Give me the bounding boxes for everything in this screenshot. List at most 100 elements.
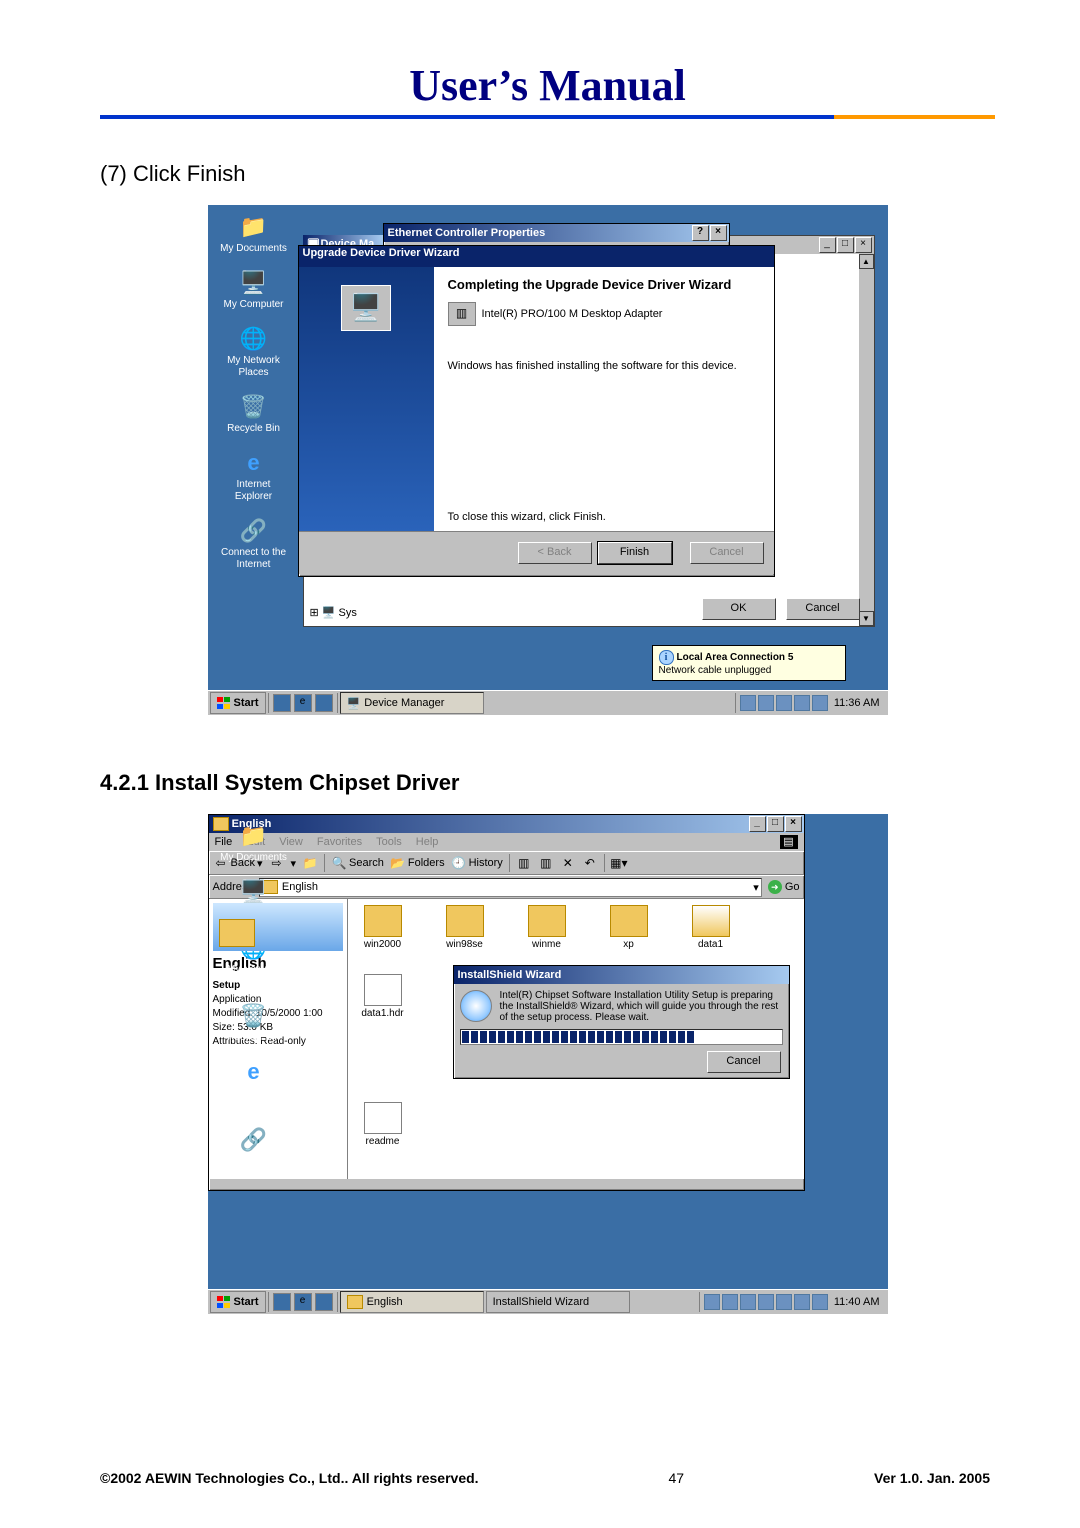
taskbar-task-english[interactable]: English [340, 1291, 484, 1313]
file-listing: win2000 win98se winme xp data1 data1.hdr… [348, 899, 804, 1179]
internet-explorer-icon[interactable]: eInternet Explorer [218, 449, 290, 503]
installshield-cancel-button[interactable]: Cancel [707, 1051, 781, 1073]
my-computer-icon[interactable]: 🖥️My Computer [223, 269, 283, 311]
outlook-quicklaunch-icon[interactable] [315, 1293, 333, 1311]
folder-icon [347, 1295, 363, 1309]
finish-button[interactable]: Finish [598, 542, 672, 564]
menu-tools[interactable]: Tools [376, 836, 402, 848]
network-balloon: iLocal Area Connection 5 Network cable u… [652, 645, 846, 681]
my-network-places-icon[interactable]: 🌐My Network Places [218, 325, 290, 379]
taskbar: Start e English InstallShield Wizard 11:… [208, 1289, 888, 1314]
explorer-toolbar: ⇦Back ▾ ⇨▾ 📁 🔍Search 📂Folders 🕘History ▥… [209, 851, 804, 875]
recycle-bin-icon[interactable]: 🗑️Recycle Bin [227, 393, 280, 435]
footer-copyright: ©2002 AEWIN Technologies Co., Ltd.. All … [100, 1470, 479, 1486]
explorer-menubar[interactable]: File Edit View Favorites Tools Help ▤ [209, 833, 804, 851]
header-rule [100, 115, 995, 119]
menu-help[interactable]: Help [416, 836, 439, 848]
scroll-down-button[interactable]: ▼ [859, 611, 874, 626]
internet-explorer-icon[interactable]: eInternet Explorer [218, 1058, 290, 1112]
menu-favorites[interactable]: Favorites [317, 836, 362, 848]
wizard-close-hint: To close this wizard, click Finish. [448, 511, 606, 523]
taskbar-task-installshield[interactable]: InstallShield Wizard [486, 1291, 630, 1313]
folder-xp[interactable]: xp [600, 905, 658, 950]
tray-network-icon-4[interactable] [794, 695, 810, 711]
back-button[interactable]: < Back [518, 542, 592, 564]
show-desktop-icon[interactable] [273, 694, 291, 712]
desktop-icons: 📁My Documents 🖥️My Computer 🌐My Network … [218, 213, 290, 571]
close-button[interactable]: × [785, 816, 802, 832]
system-tray: 11:40 AM [699, 1292, 888, 1312]
ethernet-properties-window: Ethernet Controller Properties ?× [383, 223, 730, 247]
installshield-titlebar[interactable]: InstallShield Wizard [454, 966, 789, 984]
tray-network-icon-3[interactable] [740, 1294, 756, 1310]
taskbar-task-device-manager[interactable]: 🖥️ Device Manager [340, 692, 484, 714]
tray-network-icon-2[interactable] [758, 695, 774, 711]
quick-launch: e [268, 693, 338, 713]
start-button[interactable]: Start [210, 1291, 266, 1313]
installshield-text: Intel(R) Chipset Software Installation U… [500, 990, 783, 1023]
outlook-quicklaunch-icon[interactable] [315, 694, 333, 712]
search-button[interactable]: 🔍Search [331, 855, 384, 871]
network-card-icon: ▥ [448, 302, 476, 326]
maximize-button[interactable]: □ [837, 237, 854, 253]
cancel-button[interactable]: Cancel [786, 598, 860, 620]
delete-button[interactable]: ✕ [560, 855, 576, 871]
progress-bar [460, 1029, 783, 1045]
copy-to-button[interactable]: ▥ [538, 855, 554, 871]
go-button[interactable]: ➜Go [768, 880, 800, 894]
undo-button[interactable]: ↶ [582, 855, 598, 871]
screenshot-1: 📁My Documents 🖥️My Computer 🌐My Network … [208, 205, 888, 715]
close-button[interactable]: × [855, 237, 872, 253]
footer-version: Ver 1.0. Jan. 2005 [874, 1470, 990, 1486]
views-button[interactable]: ▦▾ [611, 855, 627, 871]
address-bar: Address English▾ ➜Go [209, 875, 804, 899]
start-button[interactable]: Start [210, 692, 266, 714]
up-button[interactable]: 📁 [302, 855, 318, 871]
footer-page-number: 47 [668, 1470, 684, 1486]
tray-network-icon[interactable] [704, 1294, 720, 1310]
section-heading: 4.2.1 Install System Chipset Driver [100, 770, 995, 796]
manual-title: User’s Manual [100, 60, 995, 111]
recycle-bin-icon[interactable]: 🗑️Recycle Bin [227, 1002, 280, 1044]
system-tray: 11:36 AM [735, 693, 888, 713]
tray-network-icon-6[interactable] [794, 1294, 810, 1310]
connect-to-internet-icon[interactable]: 🔗Connect to the Internet [218, 1126, 290, 1180]
quick-launch: e [268, 1292, 338, 1312]
tray-network-icon-3[interactable] [776, 695, 792, 711]
folder-winme[interactable]: winme [518, 905, 576, 950]
folder-win2000[interactable]: win2000 [354, 905, 412, 950]
connect-to-internet-icon[interactable]: 🔗Connect to the Internet [218, 517, 290, 571]
ie-quicklaunch-icon[interactable]: e [294, 694, 312, 712]
folder-win98se[interactable]: win98se [436, 905, 494, 950]
wizard-titlebar[interactable]: Upgrade Device Driver Wizard [299, 246, 774, 267]
my-documents-icon[interactable]: 📁My Documents [220, 822, 287, 864]
file-readme[interactable]: readme [354, 1102, 412, 1147]
file-data1hdr[interactable]: data1.hdr [354, 974, 412, 1019]
file-data1[interactable]: data1 [682, 905, 740, 950]
tray-network-icon-5[interactable] [812, 695, 828, 711]
tray-network-icon-2[interactable] [722, 1294, 738, 1310]
ethernet-properties-titlebar[interactable]: Ethernet Controller Properties ?× [384, 224, 729, 242]
tray-network-icon[interactable] [740, 695, 756, 711]
tray-network-icon-7[interactable] [812, 1294, 828, 1310]
tray-network-icon-4[interactable] [758, 1294, 774, 1310]
history-button[interactable]: 🕘History [451, 855, 503, 871]
tray-network-icon-5[interactable] [776, 1294, 792, 1310]
maximize-button[interactable]: □ [767, 816, 784, 832]
close-button[interactable]: × [710, 225, 727, 241]
minimize-button[interactable]: _ [819, 237, 836, 253]
show-desktop-icon[interactable] [273, 1293, 291, 1311]
device-tree-fragment: ⊞ 🖥️ Sys [310, 606, 357, 619]
minimize-button[interactable]: _ [749, 816, 766, 832]
address-field[interactable]: English▾ [259, 878, 762, 897]
my-documents-icon[interactable]: 📁My Documents [220, 213, 287, 255]
move-to-button[interactable]: ▥ [516, 855, 532, 871]
cancel-button[interactable]: Cancel [690, 542, 764, 564]
folders-button[interactable]: 📂Folders [390, 855, 445, 871]
scroll-up-button[interactable]: ▲ [859, 254, 874, 269]
context-help-button[interactable]: ? [692, 225, 709, 241]
ie-quicklaunch-icon[interactable]: e [294, 1293, 312, 1311]
explorer-titlebar[interactable]: English _□× [209, 815, 804, 833]
ok-button[interactable]: OK [702, 598, 776, 620]
vertical-scrollbar[interactable]: ▲ ▼ [859, 254, 874, 626]
